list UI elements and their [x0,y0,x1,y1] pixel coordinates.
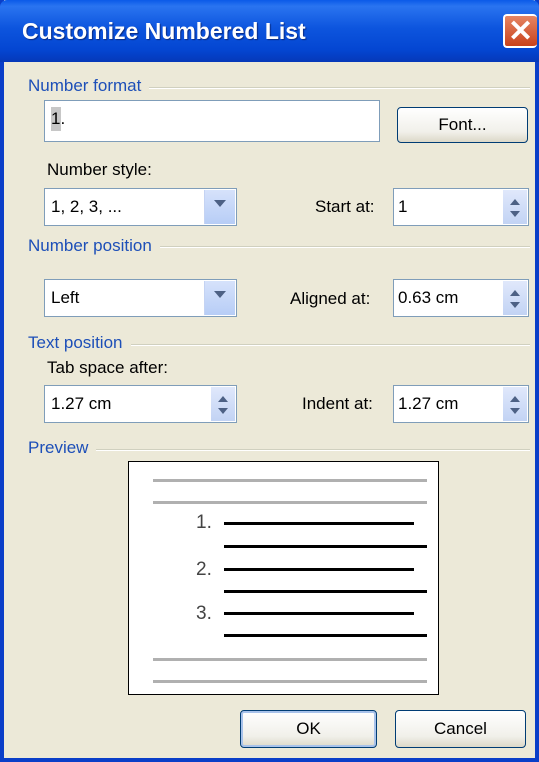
preview-text-line [224,612,414,615]
tab-space-label: Tab space after: [47,358,168,377]
aligned-at-value: 0.63 cm [398,288,459,307]
preview-line-below [153,658,427,661]
chevron-down-icon [214,291,226,298]
preview-line-below [153,680,427,683]
preview-number: 1. [196,512,212,533]
spin-down-icon[interactable] [510,302,520,308]
dialog-title: Customize Numbered List [22,18,306,44]
indent-at-label: Indent at: [302,394,373,413]
close-button[interactable]: ✕ [503,14,537,48]
number-format-value: 1. [51,109,66,128]
preview-line-above [153,501,427,504]
preview-divider [30,449,530,451]
preview-number: 2. [196,559,212,580]
aligned-at-label: Aligned at: [290,289,371,308]
title-bar[interactable]: Customize Numbered List ✕ [0,0,539,62]
number-format-group-label: Number format [28,76,150,96]
number-style-value: 1, 2, 3, ... [51,197,122,216]
close-icon: ✕ [508,15,534,48]
cancel-button[interactable]: Cancel [395,710,526,748]
aligned-at-field[interactable]: 0.63 cm [393,279,529,317]
spin-up-icon[interactable] [510,199,520,205]
number-alignment-dropdown-button[interactable] [204,281,235,315]
preview-text-line [224,634,427,637]
tab-space-field[interactable]: 1.27 cm [44,385,237,423]
preview-line-above [153,479,427,482]
number-position-group-label: Number position [28,236,160,256]
spin-down-icon[interactable] [510,211,520,217]
tab-space-value: 1.27 cm [51,394,112,413]
preview-text-line [224,545,427,548]
start-at-label: Start at: [315,197,375,216]
spin-down-icon[interactable] [218,408,228,414]
preview-group-label: Preview [28,438,97,458]
number-style-select[interactable]: 1, 2, 3, ... [44,188,237,226]
spin-up-icon[interactable] [510,290,520,296]
ok-button[interactable]: OK [240,710,377,748]
preview-text-line [224,522,414,525]
start-at-spinner[interactable] [503,190,527,224]
number-alignment-select[interactable]: Left [44,279,237,317]
indent-at-spinner[interactable] [503,387,527,421]
start-at-value: 1 [398,197,408,216]
preview-text-line [224,568,414,571]
font-button[interactable]: Font... [397,107,528,143]
aligned-at-spinner[interactable] [503,281,527,315]
spin-down-icon[interactable] [510,408,520,414]
number-alignment-value: Left [51,288,80,307]
tab-space-spinner[interactable] [211,387,235,421]
preview-number: 3. [196,603,212,624]
indent-at-field[interactable]: 1.27 cm [393,385,529,423]
text-position-group-label: Text position [28,333,131,353]
number-format-input[interactable]: 1. [44,100,380,142]
spin-up-icon[interactable] [510,396,520,402]
start-at-field[interactable]: 1 [393,188,529,226]
indent-at-value: 1.27 cm [398,394,459,413]
number-style-label: Number style: [47,160,152,179]
preview-text-line [224,590,427,593]
preview-pane: 1. 2. 3. [128,461,439,695]
chevron-down-icon [214,200,226,207]
spin-up-icon[interactable] [218,396,228,402]
number-style-dropdown-button[interactable] [204,190,235,224]
